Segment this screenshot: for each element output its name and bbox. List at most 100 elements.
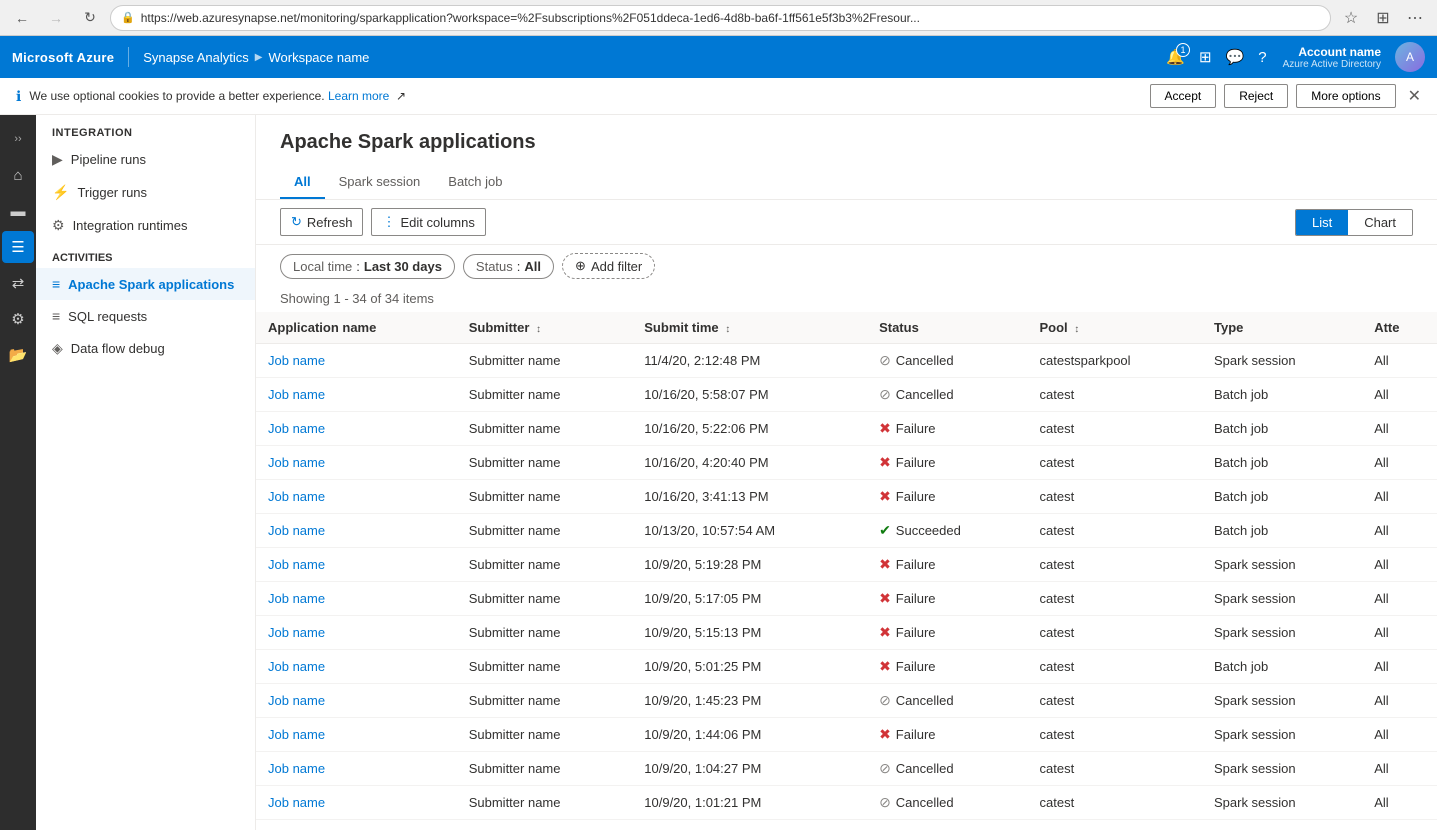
status-text: Cancelled: [896, 353, 954, 368]
status-icon: ✖: [879, 590, 891, 607]
col-app-name: Application name: [256, 312, 457, 344]
cell-atte: All: [1362, 548, 1437, 582]
table-row: Job name Submitter name 10/16/20, 5:22:0…: [256, 412, 1437, 446]
help-icon[interactable]: ?: [1258, 49, 1266, 66]
cell-type: Batch job: [1202, 514, 1362, 548]
sidebar-item-sql-requests[interactable]: ≡ SQL requests: [36, 300, 255, 332]
tab-batch-job[interactable]: Batch job: [434, 166, 516, 199]
account-info[interactable]: Account name Azure Active Directory: [1283, 45, 1381, 70]
grid-icon[interactable]: ⊞: [1199, 48, 1212, 66]
cell-app-name[interactable]: Job name: [256, 514, 457, 548]
reject-button[interactable]: Reject: [1224, 84, 1288, 108]
status-icon: ✔: [879, 522, 891, 539]
forward-button[interactable]: →: [42, 4, 70, 32]
edit-columns-button[interactable]: ⋮ Edit columns: [371, 208, 485, 236]
breadcrumb-workspace[interactable]: Workspace name: [268, 50, 369, 65]
tab-all[interactable]: All: [280, 166, 325, 199]
col-submitter[interactable]: Submitter ↕: [457, 312, 633, 344]
view-toggle: List Chart: [1295, 209, 1413, 236]
cell-app-name[interactable]: Job name: [256, 684, 457, 718]
tab-grid-button[interactable]: ⊞: [1369, 4, 1397, 32]
breadcrumb: Synapse Analytics ▶ Workspace name: [143, 50, 369, 65]
cell-status: ⊘ Cancelled: [867, 786, 1027, 820]
notifications-icon[interactable]: 🔔 1: [1166, 48, 1185, 66]
menu-button[interactable]: ⋯: [1401, 4, 1429, 32]
cell-app-name[interactable]: Job name: [256, 344, 457, 378]
cell-type: Spark session: [1202, 684, 1362, 718]
cell-status: ✖ Failure: [867, 718, 1027, 752]
status-text: Cancelled: [896, 693, 954, 708]
col-type: Type: [1202, 312, 1362, 344]
cell-pool: catest: [1028, 378, 1202, 412]
cell-app-name[interactable]: Job name: [256, 582, 457, 616]
avatar[interactable]: A: [1395, 42, 1425, 72]
cell-app-name[interactable]: Job name: [256, 650, 457, 684]
learn-more-link[interactable]: Learn more: [328, 89, 389, 103]
address-bar[interactable]: 🔒 https://web.azuresynapse.net/monitorin…: [110, 5, 1331, 31]
breadcrumb-product[interactable]: Synapse Analytics: [143, 50, 249, 65]
account-name: Account name: [1283, 45, 1381, 59]
sidebar-item-data-flow-debug[interactable]: ◈ Data flow debug: [36, 332, 255, 365]
cell-app-name[interactable]: Job name: [256, 412, 457, 446]
cell-app-name[interactable]: Job name: [256, 480, 457, 514]
sidebar-item-pipeline-runs[interactable]: ▶ Pipeline runs: [36, 143, 255, 176]
cell-app-name[interactable]: Job name: [256, 548, 457, 582]
add-filter-button[interactable]: ⊕ Add filter: [562, 253, 655, 279]
col-submit-time[interactable]: Submit time ↕: [632, 312, 867, 344]
list-view-button[interactable]: List: [1296, 210, 1348, 235]
cell-app-name[interactable]: Job name: [256, 752, 457, 786]
cell-type: Spark session: [1202, 582, 1362, 616]
rail-integrate-icon[interactable]: ⇄: [2, 267, 34, 299]
cell-submitter: Submitter name: [457, 616, 633, 650]
rail-data-icon[interactable]: ▬: [2, 195, 34, 227]
back-button[interactable]: ←: [8, 4, 36, 32]
favorites-button[interactable]: ☆: [1337, 4, 1365, 32]
cell-submit-time: 10/9/20, 5:01:25 PM: [632, 650, 867, 684]
cell-atte: All: [1362, 718, 1437, 752]
cell-app-name[interactable]: Job name: [256, 378, 457, 412]
reload-button[interactable]: ↻: [76, 4, 104, 32]
cell-atte: All: [1362, 344, 1437, 378]
status-text: Failure: [896, 489, 936, 504]
cell-pool: catest: [1028, 616, 1202, 650]
cell-app-name[interactable]: Job name: [256, 786, 457, 820]
more-options-button[interactable]: More options: [1296, 84, 1395, 108]
cell-status: ✔ Succeeded: [867, 514, 1027, 548]
count-text: Showing 1 - 34 of 34 items: [280, 291, 434, 306]
rail-monitor-icon[interactable]: ☰: [2, 231, 34, 263]
sidebar-item-integration-runtimes[interactable]: ⚙ Integration runtimes: [36, 209, 255, 242]
status-text: Cancelled: [896, 795, 954, 810]
cell-type: Spark session: [1202, 344, 1362, 378]
cell-app-name[interactable]: Job name: [256, 446, 457, 480]
sidebar-item-trigger-runs[interactable]: ⚡ Trigger runs: [36, 176, 255, 209]
close-cookie-button[interactable]: ✕: [1408, 86, 1421, 106]
chat-icon[interactable]: 💬: [1226, 48, 1245, 66]
submit-time-sort-icon: ↕: [725, 324, 730, 335]
sidebar-item-apache-spark[interactable]: ≡ Apache Spark applications: [36, 268, 255, 300]
rail-manage-icon[interactable]: 📂: [2, 339, 34, 371]
status-filter[interactable]: Status : All: [463, 254, 554, 279]
cell-status: ⊘ Cancelled: [867, 344, 1027, 378]
cell-app-name[interactable]: Job name: [256, 616, 457, 650]
status-text: Failure: [896, 421, 936, 436]
col-pool[interactable]: Pool ↕: [1028, 312, 1202, 344]
rail-home-icon[interactable]: ⌂: [2, 159, 34, 191]
cell-status: ✖ Failure: [867, 650, 1027, 684]
chart-view-button[interactable]: Chart: [1348, 210, 1412, 235]
cell-app-name[interactable]: Job name: [256, 718, 457, 752]
table-row: Job name Submitter name 10/9/20, 5:15:13…: [256, 616, 1437, 650]
rail-develop-icon[interactable]: ⚙: [2, 303, 34, 335]
tab-spark-session[interactable]: Spark session: [325, 166, 435, 199]
table-wrapper[interactable]: Application name Submitter ↕ Submit time…: [256, 312, 1437, 830]
status-text: Cancelled: [896, 761, 954, 776]
refresh-button[interactable]: ↻ Refresh: [280, 208, 363, 236]
time-filter[interactable]: Local time : Last 30 days: [280, 254, 455, 279]
url-text: https://web.azuresynapse.net/monitoring/…: [141, 11, 1320, 25]
cell-submitter: Submitter name: [457, 412, 633, 446]
cell-submit-time: 10/9/20, 1:44:06 PM: [632, 718, 867, 752]
rail-expand-icon[interactable]: ››: [2, 123, 34, 155]
status-icon: ✖: [879, 454, 891, 471]
accept-button[interactable]: Accept: [1150, 84, 1217, 108]
cell-submitter: Submitter name: [457, 650, 633, 684]
cell-atte: All: [1362, 378, 1437, 412]
